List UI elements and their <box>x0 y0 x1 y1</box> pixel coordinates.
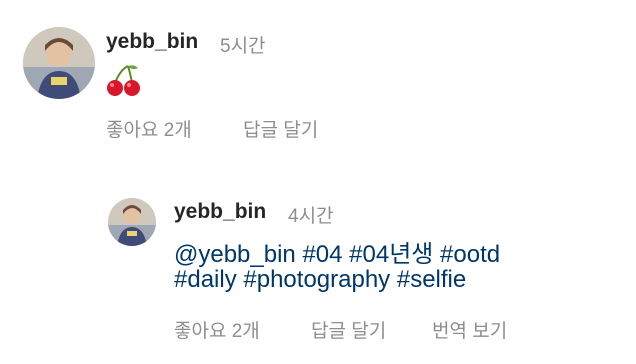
hashtag-link[interactable]: #04 <box>302 241 342 268</box>
hashtag-link[interactable]: #selfie <box>397 266 466 293</box>
comment-username[interactable]: yebb_bin <box>106 30 198 54</box>
reply-username[interactable]: yebb_bin <box>174 200 266 224</box>
reply-avatar[interactable] <box>108 198 156 246</box>
comment-likes[interactable]: 좋아요 2개 <box>106 115 192 142</box>
mention-link[interactable]: @yebb_bin <box>174 241 296 268</box>
reply-likes[interactable]: 좋아요 2개 <box>174 316 260 343</box>
hashtag-link[interactable]: #ootd <box>440 241 500 268</box>
reply-timestamp: 4시간 <box>288 206 334 227</box>
hashtag-link[interactable]: #photography <box>243 266 390 293</box>
hashtag-link[interactable]: #04년생 <box>349 241 433 268</box>
cherry-icon <box>107 65 140 96</box>
comment-reply-button[interactable]: 답글 달기 <box>243 115 318 142</box>
comment-timestamp: 5시간 <box>220 36 266 57</box>
reply-body-line-2: #daily #photography #selfie <box>174 266 466 294</box>
translate-button[interactable]: 번역 보기 <box>432 316 507 343</box>
reply-body-line-1: @yebb_bin #04 #04년생 #ootd <box>174 234 500 269</box>
avatar[interactable] <box>23 27 95 99</box>
reply-reply-button[interactable]: 답글 달기 <box>311 316 386 343</box>
hashtag-link[interactable]: #daily <box>174 266 237 293</box>
